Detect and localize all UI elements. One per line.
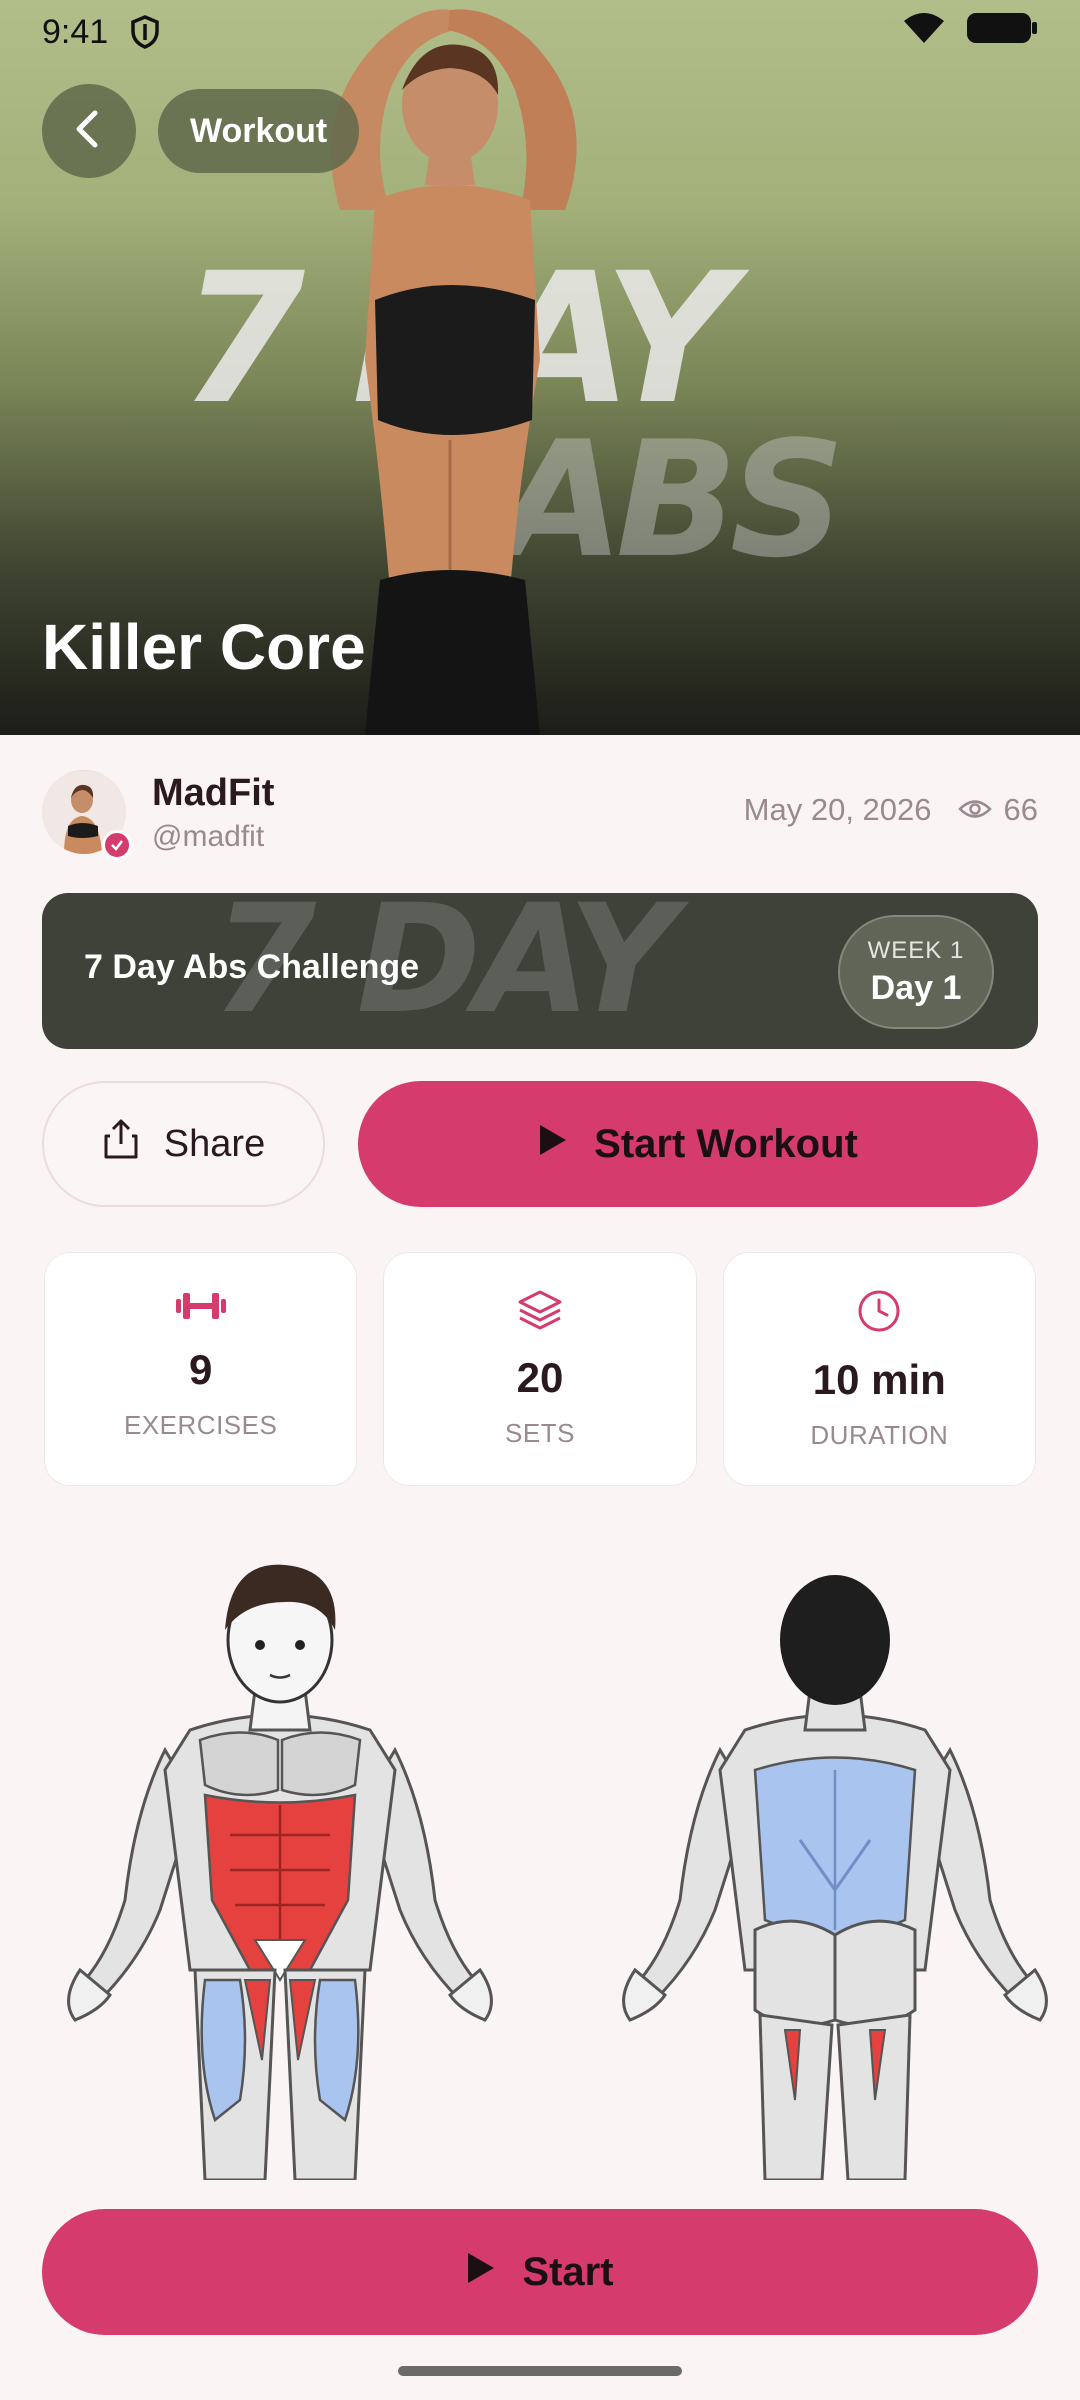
wifi-icon — [902, 11, 946, 54]
week-day-badge: WEEK 1 Day 1 — [838, 915, 994, 1029]
back-button[interactable] — [42, 84, 136, 178]
muscle-map — [67, 1564, 1048, 2180]
breadcrumb-workout[interactable]: Workout — [158, 89, 360, 173]
status-bar: 9:41 — [0, 0, 1080, 64]
stat-sets-label: SETS — [505, 1418, 575, 1448]
shield-icon — [130, 15, 160, 49]
play-icon — [538, 1122, 568, 1167]
chevron-left-icon — [71, 109, 107, 154]
stat-exercises-label: EXERCISES — [124, 1410, 278, 1440]
verified-badge-icon — [102, 830, 132, 860]
challenge-title: 7 Day Abs Challenge — [84, 948, 420, 986]
stat-sets: 20 SETS — [383, 1252, 697, 1486]
share-icon — [102, 1118, 140, 1170]
start-button[interactable]: Start — [42, 2209, 1038, 2335]
clock-icon — [857, 1289, 901, 1338]
back-body-figure — [622, 1575, 1048, 2180]
start-label: Start — [522, 2249, 614, 2294]
day-label: Day 1 — [870, 968, 962, 1007]
author-name[interactable]: MadFit — [152, 772, 274, 815]
week-label: WEEK 1 — [867, 936, 965, 964]
stat-exercises-value: 9 — [188, 1346, 213, 1393]
play-icon — [466, 2250, 496, 2295]
stat-exercises: 9 EXERCISES — [44, 1252, 358, 1486]
start-workout-button[interactable]: Start Workout — [358, 1081, 1038, 1207]
views-count: 66 — [957, 792, 1038, 828]
views-value: 66 — [1003, 792, 1038, 827]
home-indicator[interactable] — [398, 2366, 682, 2376]
stat-duration: 10 min DURATION — [722, 1252, 1036, 1486]
share-button[interactable]: Share — [42, 1081, 325, 1207]
status-time: 9:41 — [42, 12, 109, 51]
workout-title: Killer Core — [42, 611, 366, 683]
stat-duration-value: 10 min — [812, 1356, 946, 1403]
post-meta: May 20, 2026 66 — [744, 792, 1038, 828]
front-body-figure — [67, 1564, 493, 2180]
author-row: MadFit @madfit May 20, 2026 66 — [42, 770, 1038, 860]
battery-icon — [966, 11, 1038, 54]
workout-stats: 9 EXERCISES 20 SETS 10 min DURATION — [44, 1252, 1036, 1486]
hero-banner: 7 DAY ABS 9:41 Workout Killer Core — [0, 0, 1080, 735]
stat-sets-value: 20 — [516, 1354, 564, 1401]
post-date: May 20, 2026 — [743, 792, 932, 827]
challenge-banner[interactable]: 7 DAY 7 Day Abs Challenge WEEK 1 Day 1 — [42, 893, 1038, 1049]
share-label: Share — [163, 1122, 266, 1165]
layers-icon — [517, 1289, 563, 1336]
dumbbell-icon — [174, 1289, 228, 1328]
eye-icon — [957, 792, 992, 828]
stat-duration-label: DURATION — [810, 1420, 949, 1450]
start-workout-label: Start Workout — [594, 1121, 858, 1166]
author-handle: @madfit — [152, 820, 265, 853]
